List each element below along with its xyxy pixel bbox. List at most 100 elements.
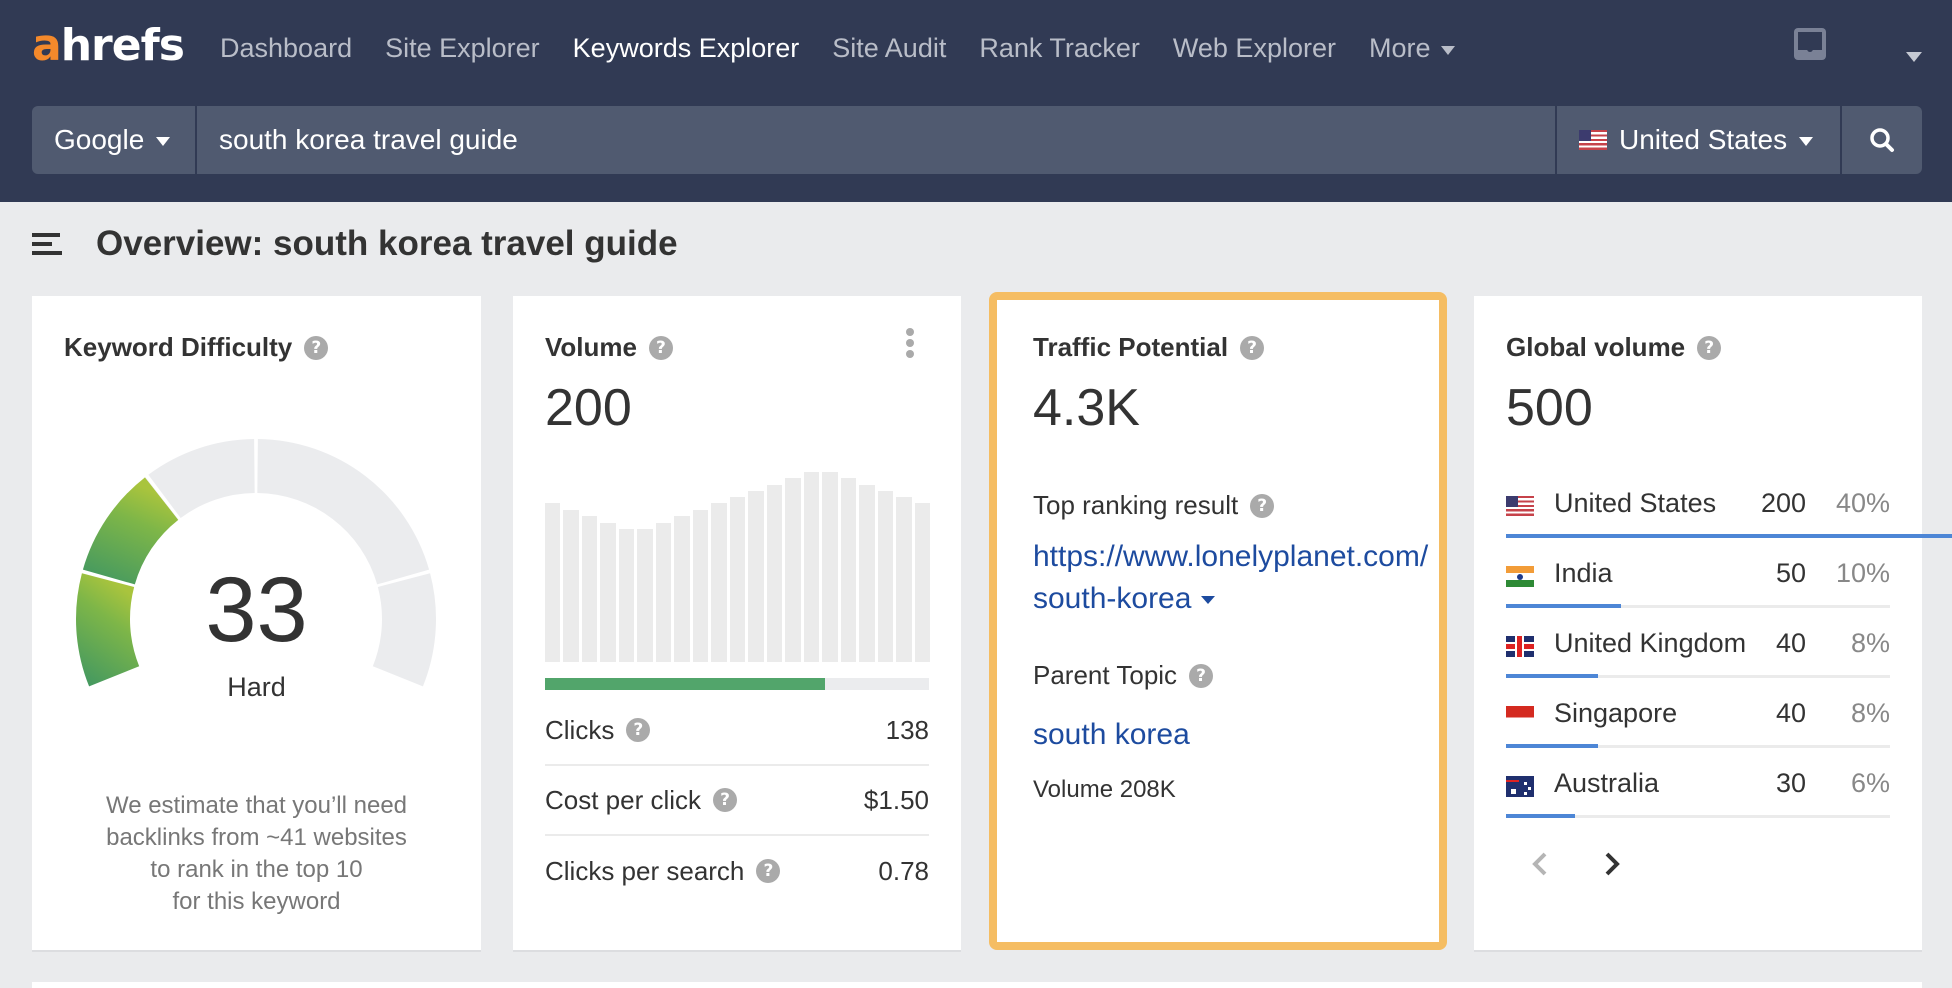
hamburger-icon[interactable] — [32, 233, 62, 255]
country-row[interactable]: Australia 30 6% — [1506, 748, 1890, 818]
clicks-share-fill — [545, 678, 826, 690]
volume-trend-bar[interactable] — [859, 484, 875, 662]
nav-web-explorer[interactable]: Web Explorer — [1173, 28, 1336, 68]
search-icon — [1870, 128, 1894, 152]
volume-trend-bar[interactable] — [600, 522, 616, 662]
help-icon[interactable]: ? — [626, 718, 651, 742]
next-page-button[interactable] — [1602, 850, 1622, 878]
inbox-icon[interactable] — [1794, 28, 1826, 60]
caret-down-icon — [1440, 45, 1455, 55]
page-title: Overview: south korea travel guide — [96, 224, 678, 263]
chevron-left-icon — [1532, 852, 1547, 876]
volume-trend-bar[interactable] — [563, 510, 579, 662]
volume-trend-bar[interactable] — [803, 472, 820, 662]
gv-value: 500 — [1506, 379, 1593, 437]
caret-down-icon[interactable] — [1201, 596, 1216, 605]
keyword-input[interactable] — [219, 124, 1555, 156]
volume-trend-bar[interactable] — [822, 472, 838, 662]
help-icon[interactable]: ? — [1189, 663, 1214, 688]
volume-trend-bar[interactable] — [545, 503, 561, 662]
volume-trend-bar[interactable] — [877, 491, 894, 662]
main-nav: Dashboard Site Explorer Keywords Explore… — [220, 28, 1488, 68]
volume-value: 200 — [545, 379, 632, 437]
volume-trend-bar[interactable] — [637, 529, 653, 662]
volume-trend-bar[interactable] — [748, 491, 764, 662]
caret-down-icon — [1799, 137, 1814, 146]
country-row[interactable]: India 50 10% — [1506, 538, 1890, 608]
us-flag-icon — [1506, 496, 1534, 517]
caret-down-icon — [156, 137, 171, 146]
country-row[interactable]: Singapore 40 8% — [1506, 678, 1890, 748]
volume-trend-bar[interactable] — [785, 478, 801, 662]
country-share-bar — [1506, 814, 1576, 818]
volume-trend-bar[interactable] — [896, 497, 912, 662]
uk-flag-icon — [1506, 636, 1534, 657]
clicks-share-bar — [545, 678, 929, 690]
help-icon[interactable]: ? — [1240, 335, 1265, 360]
kd-score: 33 — [205, 559, 308, 661]
nav-keywords-explorer[interactable]: Keywords Explorer — [573, 28, 800, 68]
search-bar: Google United States — [32, 106, 1922, 174]
volume-trend-bar[interactable] — [711, 503, 727, 662]
country-row[interactable]: United States 200 40% — [1506, 468, 1952, 538]
volume-trend-bar[interactable] — [581, 516, 598, 662]
global-volume-card: Global volume? 500 United States 200 40%… — [1474, 296, 1952, 950]
kd-description: We estimate that you’ll need backlinks f… — [105, 792, 408, 915]
parent-topic-link[interactable]: south korea — [1033, 714, 1433, 756]
volume-title: Volume? — [545, 332, 673, 363]
ahrefs-logo[interactable]: ahrefs — [32, 18, 185, 74]
volume-trend-bar[interactable] — [655, 522, 672, 662]
volume-card: Volume? 200 Clicks? 138 Cost per click? … — [513, 296, 961, 950]
volume-trend-bar[interactable] — [766, 484, 783, 662]
nav-more[interactable]: More — [1369, 28, 1455, 68]
page-header: Overview: south korea travel guide — [32, 222, 678, 266]
australia-flag-icon — [1506, 776, 1534, 797]
volume-trend-bar[interactable] — [674, 516, 690, 662]
nav-rank-tracker[interactable]: Rank Tracker — [979, 28, 1140, 68]
top-ranking-url[interactable]: https://www.lonelyplanet.com/south-korea — [1033, 536, 1433, 620]
parent-topic-label: Parent Topic? — [1033, 660, 1214, 691]
traffic-potential-card: Traffic Potential? 4.3K Top ranking resu… — [989, 292, 1447, 950]
kd-label: Hard — [227, 672, 286, 702]
volume-trend-bar[interactable] — [692, 510, 709, 662]
nav-dashboard[interactable]: Dashboard — [220, 28, 352, 68]
clicks-value: 138 — [885, 714, 929, 745]
help-icon[interactable]: ? — [1250, 493, 1275, 518]
help-icon[interactable]: ? — [756, 859, 781, 883]
search-button[interactable] — [1842, 106, 1922, 174]
cpc-value: $1.50 — [863, 784, 929, 815]
top-bar: ahrefs Dashboard Site Explorer Keywords … — [0, 0, 1952, 202]
keyword-difficulty-card: Keyword Difficulty? 33 Hard We estimate … — [32, 296, 481, 950]
metric-clicks: Clicks? 138 — [545, 696, 929, 766]
volume-trend-bar[interactable] — [729, 497, 746, 662]
metric-cpc: Cost per click? $1.50 — [545, 766, 929, 836]
help-icon[interactable]: ? — [713, 788, 738, 812]
volume-trend-bar[interactable] — [840, 478, 857, 662]
us-flag-icon — [1579, 130, 1607, 150]
chevron-right-icon — [1605, 852, 1620, 876]
top-ranking-label: Top ranking result? — [1033, 490, 1275, 521]
clicks-per-search-value: 0.78 — [878, 855, 929, 886]
metric-clicks-per-search: Clicks per search? 0.78 — [545, 855, 929, 886]
volume-trend-bar[interactable] — [618, 529, 635, 662]
kd-gauge — [75, 439, 437, 687]
india-flag-icon — [1506, 566, 1534, 587]
nav-site-explorer[interactable]: Site Explorer — [385, 28, 540, 68]
country-row[interactable]: United Kingdom 40 8% — [1506, 608, 1890, 678]
country-select[interactable]: United States — [1557, 106, 1840, 174]
help-icon[interactable]: ? — [648, 335, 673, 360]
gv-title: Global volume? — [1506, 332, 1722, 363]
more-options-icon[interactable] — [905, 328, 915, 358]
volume-trend-bar[interactable] — [914, 503, 930, 662]
search-engine-select[interactable]: Google — [32, 106, 195, 174]
volume-trend-chart — [545, 472, 930, 662]
parent-topic-volume: Volume 208K — [1033, 776, 1176, 803]
bottom-panel — [32, 982, 1922, 988]
nav-site-audit[interactable]: Site Audit — [832, 28, 946, 68]
prev-page-button[interactable] — [1530, 850, 1550, 878]
chevron-down-icon[interactable] — [1906, 52, 1922, 62]
tp-title: Traffic Potential? — [1033, 332, 1265, 363]
keyword-input-wrap — [197, 106, 1555, 174]
tp-value: 4.3K — [1033, 379, 1140, 437]
help-icon[interactable]: ? — [1697, 335, 1722, 360]
